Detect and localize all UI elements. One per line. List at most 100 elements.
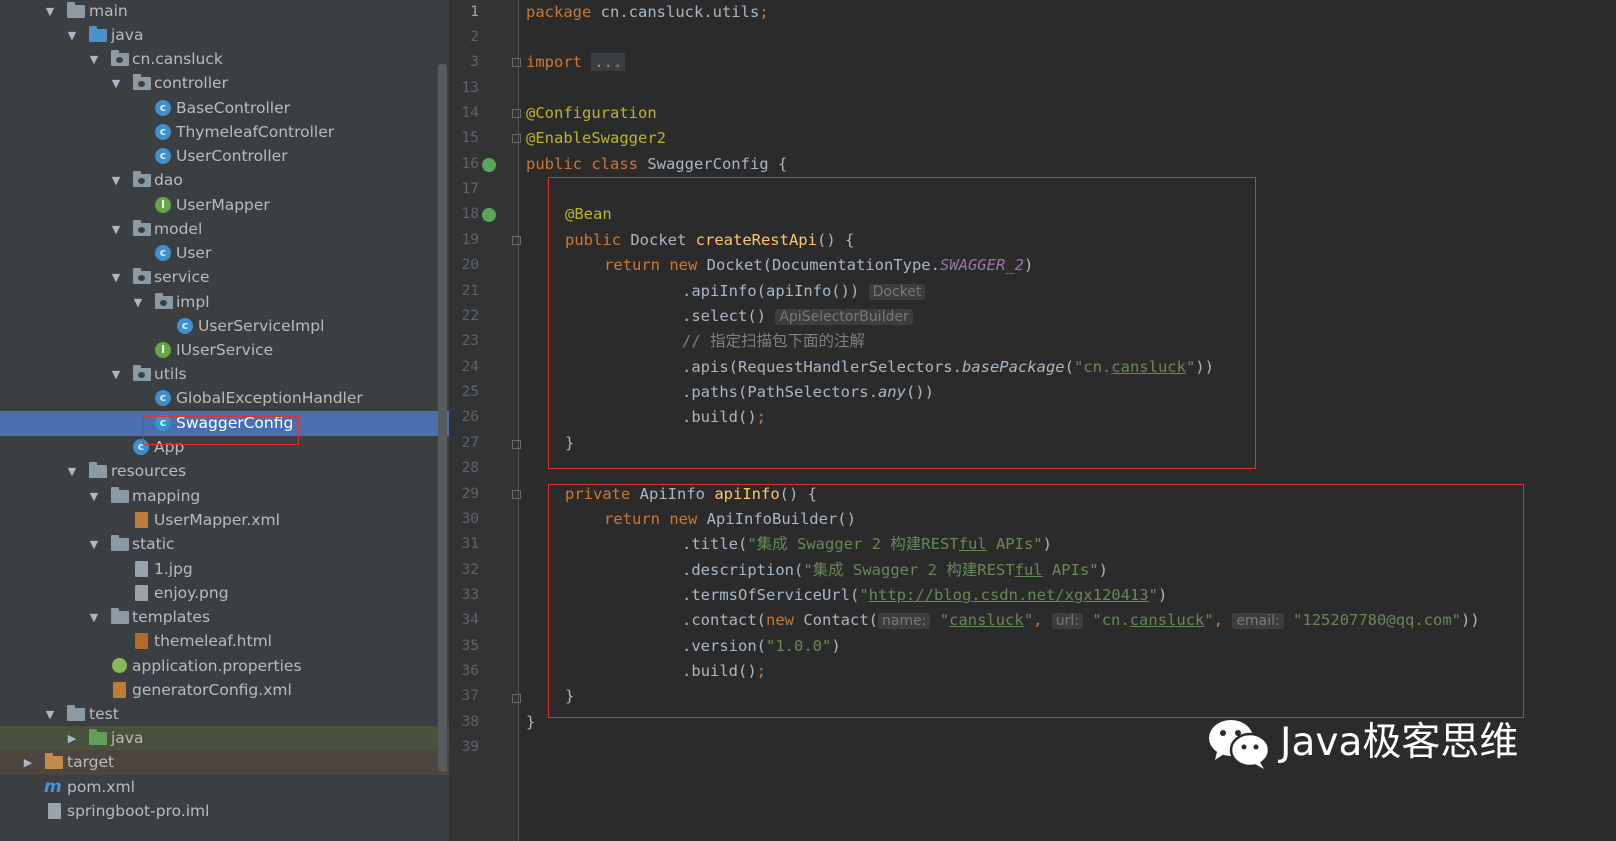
tree-item-impl[interactable]: ▼ impl — [0, 290, 460, 315]
tree-item-iml[interactable]: springboot-pro.iml — [0, 799, 460, 824]
package-icon — [155, 293, 173, 309]
line-number: 18 — [461, 206, 479, 222]
folder-icon — [111, 535, 129, 551]
maven-icon: m — [44, 777, 62, 797]
line-number: 35 — [461, 638, 479, 654]
tree-item-usercontroller[interactable]: c UserController — [0, 144, 460, 169]
folder-icon — [111, 608, 129, 624]
xml-file-icon — [113, 682, 126, 698]
line-number: 2 — [470, 29, 479, 45]
tree-item-java[interactable]: ▼ java — [0, 23, 460, 48]
chevron-down-icon[interactable]: ▼ — [65, 23, 79, 48]
fold-toggle-icon[interactable] — [512, 58, 521, 67]
highlight-box-createrestapi — [548, 177, 1256, 469]
tree-item-themeleaf-html[interactable]: themeleaf.html — [0, 629, 460, 654]
chevron-down-icon[interactable]: ▼ — [109, 71, 123, 96]
package-icon — [133, 220, 151, 236]
chevron-down-icon[interactable]: ▼ — [87, 532, 101, 557]
package-icon — [111, 50, 129, 66]
tree-item-application-properties[interactable]: application.properties — [0, 654, 460, 679]
line-number: 33 — [461, 587, 479, 603]
chevron-down-icon[interactable]: ▼ — [109, 362, 123, 387]
fold-toggle-icon[interactable] — [512, 490, 521, 499]
line-number: 27 — [461, 435, 479, 451]
chevron-down-icon[interactable]: ▼ — [43, 702, 57, 727]
line-number: 14 — [461, 105, 479, 121]
tree-item-main[interactable]: ▼ main — [0, 0, 460, 24]
tree-item-user[interactable]: c User — [0, 241, 460, 266]
properties-file-icon — [112, 658, 127, 673]
tree-item-templates[interactable]: ▼ templates — [0, 605, 460, 630]
chevron-down-icon[interactable]: ▼ — [109, 217, 123, 242]
tree-item-thymeleafcontroller[interactable]: c ThymeleafController — [0, 120, 460, 145]
chevron-down-icon[interactable]: ▼ — [87, 47, 101, 72]
line-number: 17 — [461, 181, 479, 197]
line-number: 31 — [461, 536, 479, 552]
fold-toggle-icon[interactable] — [512, 236, 521, 245]
chevron-down-icon[interactable]: ▼ — [109, 265, 123, 290]
tree-item-iuserservice[interactable]: I IUserService — [0, 338, 460, 363]
tree-item-static[interactable]: ▼ static — [0, 532, 460, 557]
tree-item-model[interactable]: ▼ model — [0, 217, 460, 242]
xml-file-icon — [135, 512, 148, 528]
tree-item-target[interactable]: ▶ target — [0, 750, 460, 775]
tree-item-mapping[interactable]: ▼ mapping — [0, 484, 460, 509]
tree-item-globalexceptionhandler[interactable]: c GlobalExceptionHandler — [0, 386, 460, 411]
spring-bean-icon[interactable] — [482, 208, 496, 222]
chevron-right-icon[interactable]: ▶ — [21, 750, 35, 775]
tree-item-package[interactable]: ▼ cn.cansluck — [0, 47, 460, 72]
tree-item-1-jpg[interactable]: 1.jpg — [0, 557, 460, 582]
chevron-down-icon[interactable]: ▼ — [109, 168, 123, 193]
chevron-down-icon[interactable]: ▼ — [87, 484, 101, 509]
tree-item-enjoy-png[interactable]: enjoy.png — [0, 581, 460, 606]
tree-scrollbar[interactable] — [438, 64, 447, 772]
chevron-down-icon[interactable]: ▼ — [43, 0, 57, 24]
tree-item-dao[interactable]: ▼ dao — [0, 168, 460, 193]
code-line-14: @Configuration — [526, 104, 657, 122]
line-number: 16 — [461, 156, 479, 172]
class-icon: c — [155, 100, 171, 116]
chevron-right-icon[interactable]: ▶ — [65, 726, 79, 751]
tree-item-utils[interactable]: ▼ utils — [0, 362, 460, 387]
line-number: 36 — [461, 663, 479, 679]
chevron-down-icon[interactable]: ▼ — [131, 290, 145, 315]
folded-imports[interactable]: ... — [591, 53, 626, 71]
highlight-box-apiinfo — [548, 484, 1524, 718]
chevron-down-icon[interactable]: ▼ — [87, 605, 101, 630]
class-icon: c — [155, 148, 171, 164]
chevron-down-icon[interactable]: ▼ — [65, 459, 79, 484]
image-file-icon — [135, 585, 148, 601]
package-icon — [133, 365, 151, 381]
folder-icon — [67, 705, 85, 721]
tree-item-usermapper[interactable]: I UserMapper — [0, 193, 460, 218]
class-icon: c — [155, 124, 171, 140]
code-line-15: @EnableSwagger2 — [526, 129, 666, 147]
fold-toggle-icon[interactable] — [512, 109, 521, 118]
tree-item-controller[interactable]: ▼ controller — [0, 71, 460, 96]
html-file-icon — [135, 633, 148, 649]
tree-item-userserviceimpl[interactable]: c UserServiceImpl — [0, 314, 460, 339]
tree-item-test-java[interactable]: ▶ java — [0, 726, 460, 751]
wechat-icon — [1209, 720, 1271, 769]
source-folder-icon — [89, 26, 107, 42]
spring-bean-icon[interactable] — [482, 158, 496, 172]
tree-item-service[interactable]: ▼ service — [0, 265, 460, 290]
folder-icon — [67, 2, 85, 18]
line-number: 21 — [461, 283, 479, 299]
tree-item-resources[interactable]: ▼ resources — [0, 459, 460, 484]
line-number: 1 — [470, 4, 479, 20]
tree-item-test[interactable]: ▼ test — [0, 702, 460, 727]
fold-toggle-icon[interactable] — [512, 440, 521, 449]
fold-toggle-icon[interactable] — [512, 694, 521, 703]
tree-item-generatorconfig-xml[interactable]: generatorConfig.xml — [0, 678, 460, 703]
code-line-3: import ... — [526, 50, 626, 75]
class-icon: c — [177, 318, 193, 334]
tree-item-basecontroller[interactable]: c BaseController — [0, 96, 460, 121]
code-line-38: } — [526, 713, 536, 731]
line-number: 13 — [461, 80, 479, 96]
line-number: 34 — [461, 612, 479, 628]
fold-toggle-icon[interactable] — [512, 134, 521, 143]
tree-item-pom-xml[interactable]: m pom.xml — [0, 775, 460, 800]
line-number: 22 — [461, 308, 479, 324]
tree-item-usermapper-xml[interactable]: UserMapper.xml — [0, 508, 460, 533]
